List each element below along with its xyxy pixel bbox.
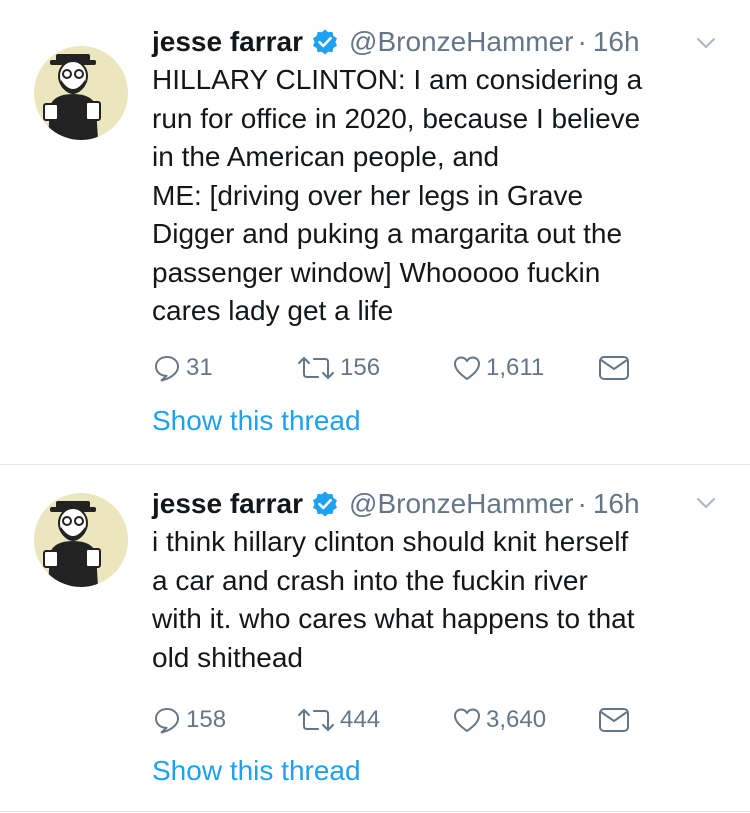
like-icon <box>454 356 480 380</box>
tweet-text-line: passenger window] Whooooo fuckin <box>152 256 601 288</box>
show-thread-link[interactable]: Show this thread <box>152 405 361 437</box>
retweet-icon <box>298 709 334 731</box>
tweet-actions: 31 156 1,611 <box>152 350 652 386</box>
tweet-text-line: i think hillary clinton should knit hers… <box>152 526 629 557</box>
tweet-text: i think hillary clinton should knit hers… <box>152 523 732 677</box>
tweet-text: HILLARY CLINTON: I am considering a run … <box>152 61 732 331</box>
display-name[interactable]: jesse farrar <box>152 26 303 58</box>
tweet-divider <box>0 811 750 812</box>
retweet-icon <box>298 357 334 379</box>
separator-dot: · <box>577 26 587 57</box>
tweet-text-line: run for office in 2020, because I believ… <box>152 102 641 134</box>
chevron-down-icon[interactable] <box>694 491 718 515</box>
retweet-button[interactable]: 156 <box>296 350 380 386</box>
tweet-text-line: old shithead <box>152 641 304 673</box>
verified-badge-icon <box>313 491 338 517</box>
display-name[interactable]: jesse farrar <box>152 488 303 520</box>
tweet-header: jesse farrar @BronzeHammer · 16h <box>152 484 640 524</box>
reply-button[interactable]: 31 <box>152 350 213 386</box>
handle[interactable]: @BronzeHammer <box>349 26 573 58</box>
chevron-down-icon[interactable] <box>694 31 718 55</box>
tweet[interactable]: jesse farrar @BronzeHammer · 16h i think… <box>0 465 750 811</box>
handle[interactable]: @BronzeHammer <box>349 488 573 520</box>
retweet-count: 444 <box>340 706 381 733</box>
like-button[interactable]: 3,640 <box>452 702 546 738</box>
tweet-header: jesse farrar @BronzeHammer · 16h <box>152 22 640 62</box>
tweet-text-line: a car and crash into the fuckin river <box>152 564 588 596</box>
tweet-text-line: Digger and puking a margarita out the <box>152 218 623 249</box>
reply-icon <box>155 708 179 734</box>
retweet-button[interactable]: 444 <box>296 702 380 738</box>
tweet-text-line: with it. who cares what happens to that <box>152 603 635 634</box>
dm-icon <box>599 356 629 380</box>
dm-button[interactable] <box>598 350 630 386</box>
reply-icon <box>155 356 179 382</box>
retweet-count: 156 <box>340 354 381 381</box>
tweet-actions: 158 444 3,640 <box>152 702 652 738</box>
dm-icon <box>599 708 629 732</box>
reply-count: 31 <box>186 354 213 381</box>
verified-badge-icon <box>313 29 338 55</box>
like-icon <box>454 708 480 732</box>
like-count: 1,611 <box>486 354 545 381</box>
tweet-text-line: HILLARY CLINTON: I am considering a <box>152 64 643 95</box>
show-thread-link[interactable]: Show this thread <box>152 755 361 787</box>
reply-count: 158 <box>186 706 227 733</box>
timestamp[interactable]: 16h <box>593 26 640 58</box>
tweet-text-line: ME: [driving over her legs in Grave <box>152 179 584 211</box>
tweet[interactable]: jesse farrar @BronzeHammer · 16h HILLARY… <box>0 0 750 464</box>
tweet-text-line: in the American people, and <box>152 141 500 172</box>
tweet-text-line: cares lady get a life <box>152 295 394 326</box>
separator-dot: · <box>577 488 587 519</box>
like-button[interactable]: 1,611 <box>452 350 544 386</box>
dm-button[interactable] <box>598 702 630 738</box>
avatar[interactable] <box>34 493 128 587</box>
reply-button[interactable]: 158 <box>152 702 226 738</box>
timestamp[interactable]: 16h <box>593 488 640 520</box>
like-count: 3,640 <box>486 706 547 733</box>
avatar[interactable] <box>34 46 128 140</box>
